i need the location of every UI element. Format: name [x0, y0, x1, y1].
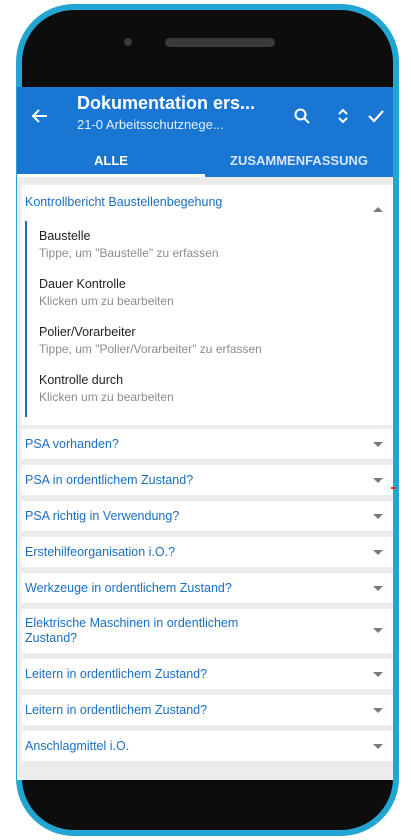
chevron-down-icon[interactable] — [373, 514, 383, 520]
search-icon[interactable] — [287, 101, 317, 131]
section-row[interactable]: Elektrische Maschinen in ordentlichem Zu… — [21, 609, 393, 653]
section-row[interactable]: Erstehilfeorganisation i.O.? — [21, 537, 393, 567]
field-hint-baustelle[interactable]: Tippe, um "Baustelle" zu erfassen — [39, 246, 219, 260]
front-camera — [124, 38, 132, 46]
tab-bar: ALLE ZUSAMMENFASSUNG — [17, 145, 393, 177]
form-content: Kontrollbericht Baustellenbegehung Baust… — [17, 177, 393, 780]
section-row[interactable]: PSA in ordentlichem Zustand? — [21, 465, 393, 495]
chevron-down-icon[interactable] — [373, 442, 383, 448]
section-row-label: PSA richtig in Verwendung? — [25, 509, 180, 523]
field-label-polier[interactable]: Polier/Vorarbeiter — [39, 325, 136, 339]
section-row-label: Erstehilfeorganisation i.O.? — [25, 545, 176, 559]
section-row-label: Elektrische Maschinen in ordentlichem Zu… — [25, 616, 239, 645]
field-hint-dauer-kontrolle[interactable]: Klicken um zu bearbeiten — [39, 294, 174, 308]
chevron-down-icon[interactable] — [373, 672, 383, 678]
section-row[interactable]: Leitern in ordentlichem Zustand? — [21, 659, 393, 689]
unfold-icon[interactable] — [328, 101, 358, 131]
section-row[interactable]: Leitern in ordentlichem Zustand? — [21, 695, 393, 725]
chevron-down-icon[interactable] — [373, 744, 383, 750]
red-marker — [391, 487, 396, 489]
page-title: Dokumentation ers... — [77, 93, 256, 113]
check-icon[interactable] — [361, 101, 391, 131]
section-title: Kontrollbericht Baustellenbegehung — [25, 195, 223, 209]
section-row-label: Leitern in ordentlichem Zustand? — [25, 703, 208, 717]
app-screen: Dokumentation ers... 21-0 Arbeitsschutzn… — [17, 87, 393, 780]
page-subtitle: 21-0 Arbeitsschutznege... — [77, 117, 224, 132]
chevron-down-icon[interactable] — [373, 708, 383, 714]
field-hint-polier[interactable]: Tippe, um "Polier/Vorarbeiter" zu erfass… — [39, 342, 262, 356]
section-row-label: Leitern in ordentlichem Zustand? — [25, 667, 208, 681]
section-row-label: Anschlagmittel i.O. — [25, 739, 130, 753]
section-row[interactable]: Anschlagmittel i.O. — [21, 731, 393, 761]
arrow-left-icon[interactable] — [25, 101, 55, 131]
tab-zusammenfassung[interactable]: ZUSAMMENFASSUNG — [205, 145, 393, 177]
section-row-label: PSA vorhanden? — [25, 437, 119, 451]
field-list: Baustelle Tippe, um "Baustelle" zu erfas… — [25, 221, 393, 417]
tab-alle[interactable]: ALLE — [17, 145, 205, 177]
field-hint-kontrolle-durch[interactable]: Klicken um zu bearbeiten — [39, 390, 174, 404]
section-row-label: PSA in ordentlichem Zustand? — [25, 473, 194, 487]
section-row[interactable]: Werkzeuge in ordentlichem Zustand? — [21, 573, 393, 603]
field-label-dauer-kontrolle[interactable]: Dauer Kontrolle — [39, 277, 126, 291]
chevron-up-icon[interactable] — [373, 199, 383, 217]
chevron-down-icon[interactable] — [373, 586, 383, 592]
chevron-down-icon[interactable] — [373, 478, 383, 484]
app-bar: Dokumentation ers... 21-0 Arbeitsschutzn… — [17, 87, 393, 145]
field-label-kontrolle-durch[interactable]: Kontrolle durch — [39, 373, 123, 387]
section-row[interactable]: PSA vorhanden? — [21, 429, 393, 459]
speaker-grille — [165, 38, 275, 47]
field-label-baustelle[interactable]: Baustelle — [39, 229, 90, 243]
section-row-label: Werkzeuge in ordentlichem Zustand? — [25, 581, 232, 595]
section-row[interactable]: PSA richtig in Verwendung? — [21, 501, 393, 531]
chevron-down-icon[interactable] — [373, 628, 383, 634]
section-kontrollbericht[interactable]: Kontrollbericht Baustellenbegehung Baust… — [21, 185, 393, 425]
chevron-down-icon[interactable] — [373, 550, 383, 556]
